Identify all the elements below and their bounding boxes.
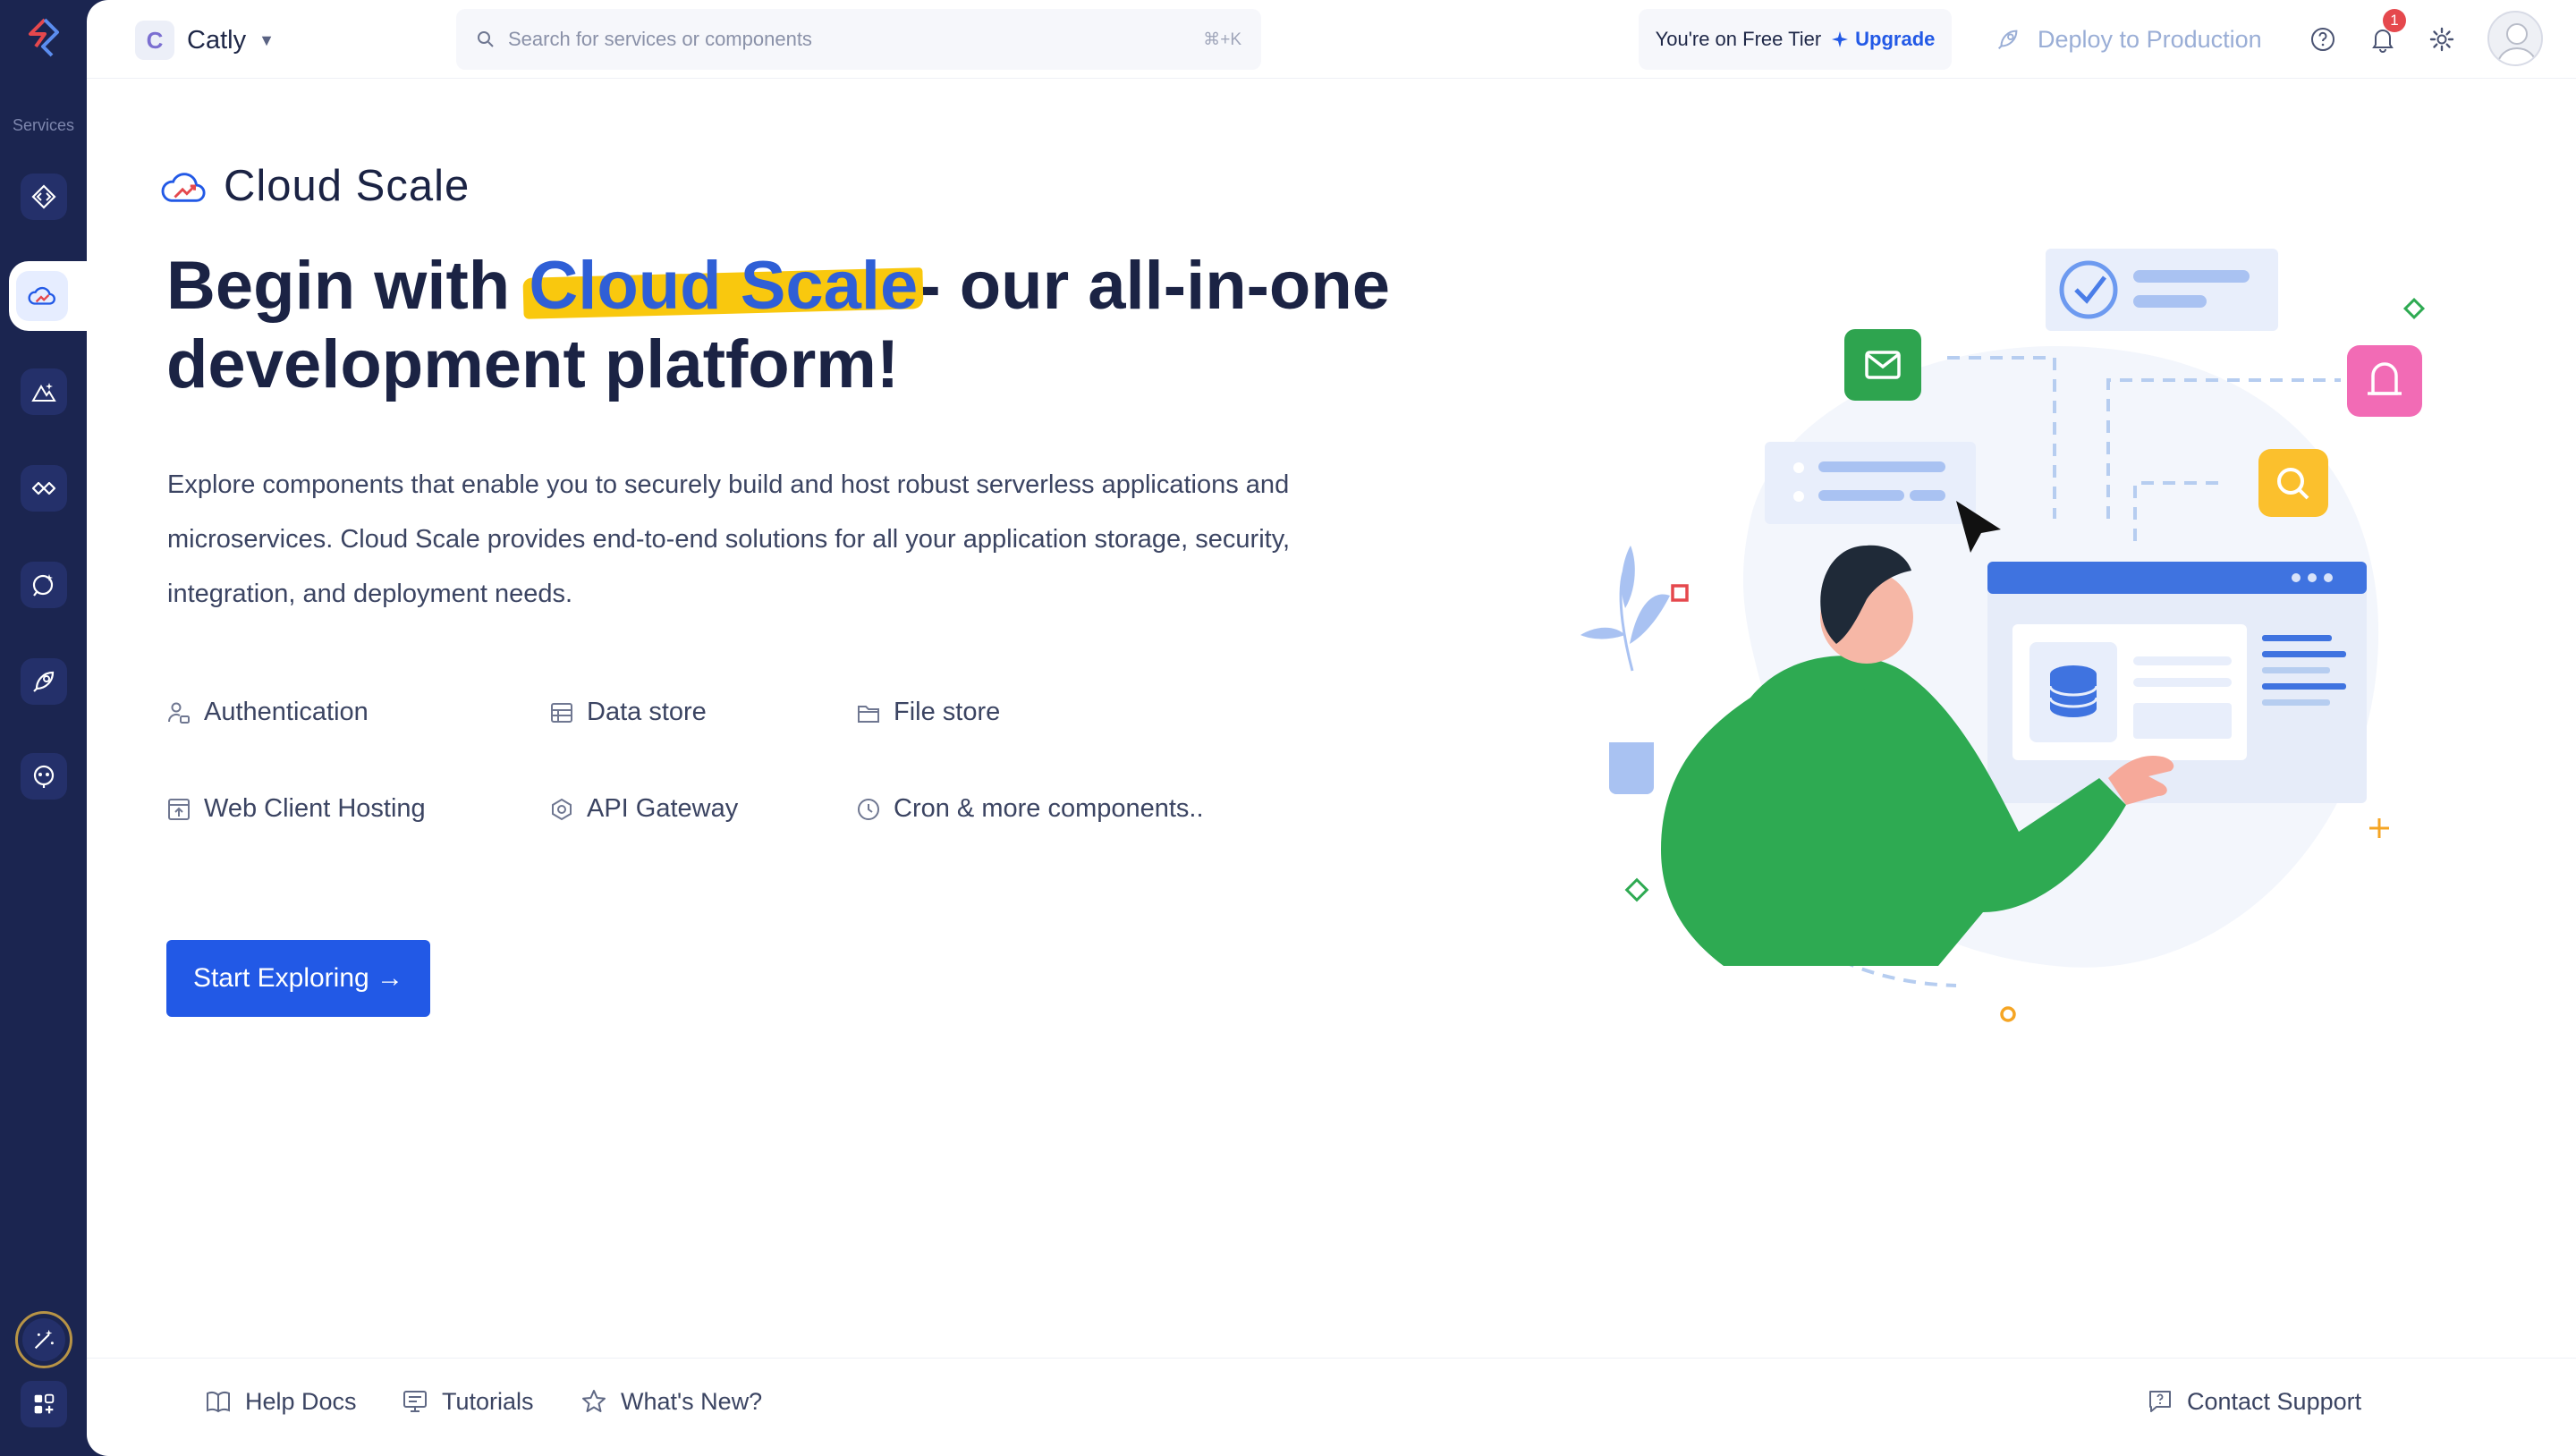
gateway-icon xyxy=(552,798,572,820)
sidebar-section-label: Services xyxy=(12,116,75,134)
feature-data-store: Data store xyxy=(549,698,707,727)
whats-new-link[interactable]: What's New? xyxy=(580,1387,762,1416)
org-name: Catly xyxy=(187,25,247,55)
search-shortcut: ⌘+K xyxy=(1203,30,1241,49)
feature-api-gateway: API Gateway xyxy=(549,794,738,824)
help-circle-icon xyxy=(2311,28,2334,51)
sidebar-item-cloud-scale[interactable] xyxy=(9,261,87,331)
search-bar[interactable]: ⌘+K xyxy=(456,9,1261,70)
contact-support-label: Contact Support xyxy=(2187,1387,2362,1415)
page-header: Cloud Scale xyxy=(159,161,470,211)
deploy-to-production-button[interactable]: Deploy to Production xyxy=(1995,20,2262,59)
deploy-label: Deploy to Production xyxy=(2038,25,2262,53)
search-icon xyxy=(478,31,494,47)
tutorials-link[interactable]: Tutorials xyxy=(401,1387,534,1416)
feature-label: API Gateway xyxy=(587,794,739,823)
book-icon xyxy=(207,1391,230,1413)
feature-label: Web Client Hosting xyxy=(204,794,426,823)
feature-cron: Cron & more components.. xyxy=(856,794,1204,824)
page-description: Explore components that enable you to se… xyxy=(167,470,1291,608)
whats-new-label: What's New? xyxy=(621,1387,763,1415)
help-button[interactable] xyxy=(2305,21,2341,57)
hero-prefix: Begin with xyxy=(166,248,530,324)
chevron-down-icon: ▼ xyxy=(258,30,275,49)
feature-label: Cron & more components.. xyxy=(894,794,1204,823)
feature-file-store: File store xyxy=(856,698,1000,727)
clock-icon xyxy=(858,798,879,820)
table-icon xyxy=(551,702,572,723)
hero-highlight: Cloud Scale xyxy=(529,248,919,324)
tier-banner: You're on Free Tier Upgrade xyxy=(1639,9,1952,70)
support-chat-icon xyxy=(2149,1391,2171,1412)
topbar: C Catly ▼ ⌘+K You're on Free Tier Upgrad… xyxy=(87,0,2576,79)
sidebar-item-chat[interactable] xyxy=(21,562,67,608)
chat-sparkle-icon xyxy=(32,574,54,597)
feature-label: Authentication xyxy=(204,698,369,726)
hero-illustration xyxy=(1580,249,2426,1022)
code-brackets-icon xyxy=(31,184,56,209)
contact-support-link[interactable]: Contact Support xyxy=(2146,1387,2361,1416)
sparkle-icon xyxy=(1832,31,1849,47)
feature-authentication: Authentication xyxy=(166,698,369,727)
infinity-icon xyxy=(31,481,56,495)
help-docs-label: Help Docs xyxy=(245,1387,357,1415)
page-title: Cloud Scale xyxy=(224,162,470,210)
upgrade-link[interactable]: Upgrade xyxy=(1830,28,1935,51)
gear-icon xyxy=(2429,27,2454,52)
sidebar-item-bot[interactable] xyxy=(21,753,67,800)
presentation-icon xyxy=(403,1391,427,1412)
footer: Help Docs Tutorials What's New? Contact … xyxy=(87,1358,2576,1456)
apps-grid-icon xyxy=(34,1393,55,1414)
user-lock-icon xyxy=(167,702,190,724)
main-panel: C Catly ▼ ⌘+K You're on Free Tier Upgrad… xyxy=(87,0,2576,1456)
settings-button[interactable] xyxy=(2424,21,2460,57)
tier-text: You're on Free Tier xyxy=(1655,28,1822,50)
cloud-scale-icon xyxy=(161,173,206,202)
sidebar-apps-button[interactable] xyxy=(21,1381,67,1427)
rocket-icon xyxy=(1997,30,2018,50)
sidebar-item-integration[interactable] xyxy=(21,465,67,512)
start-exploring-button[interactable]: Start Exploring → xyxy=(166,940,430,1017)
robot-face-icon xyxy=(33,765,55,788)
hero-heading: Begin with Cloud Scale- our all-in-one d… xyxy=(166,247,1472,404)
help-docs-link[interactable]: Help Docs xyxy=(204,1387,357,1416)
feature-label: Data store xyxy=(587,698,707,726)
feature-label: File store xyxy=(894,698,1001,726)
upgrade-label: Upgrade xyxy=(1855,28,1936,50)
tutorials-label: Tutorials xyxy=(442,1387,534,1415)
star-icon xyxy=(582,1390,606,1412)
avatar[interactable] xyxy=(2487,11,2543,66)
cloud-scale-icon xyxy=(28,286,55,305)
search-input[interactable] xyxy=(508,28,1204,51)
org-badge: C xyxy=(135,21,174,60)
mountain-ai-icon xyxy=(31,383,56,402)
sidebar-item-code[interactable] xyxy=(21,174,67,220)
folder-icon xyxy=(858,705,879,723)
sidebar-magic-button[interactable] xyxy=(15,1311,72,1368)
notifications-button[interactable]: 1 xyxy=(2365,9,2406,57)
sidebar-item-deploy[interactable] xyxy=(21,658,67,705)
notification-badge: 1 xyxy=(2383,9,2406,32)
magic-wand-icon xyxy=(34,1329,54,1350)
sidebar-item-ai[interactable] xyxy=(21,368,67,415)
rocket-icon xyxy=(33,671,55,692)
user-avatar-icon xyxy=(2497,23,2537,64)
org-switcher[interactable]: C Catly ▼ xyxy=(135,20,275,61)
sidebar: Services xyxy=(0,0,87,1456)
feature-web-client-hosting: Web Client Hosting xyxy=(166,794,426,824)
web-upload-icon xyxy=(168,798,190,820)
app-logo-icon[interactable] xyxy=(21,16,66,63)
